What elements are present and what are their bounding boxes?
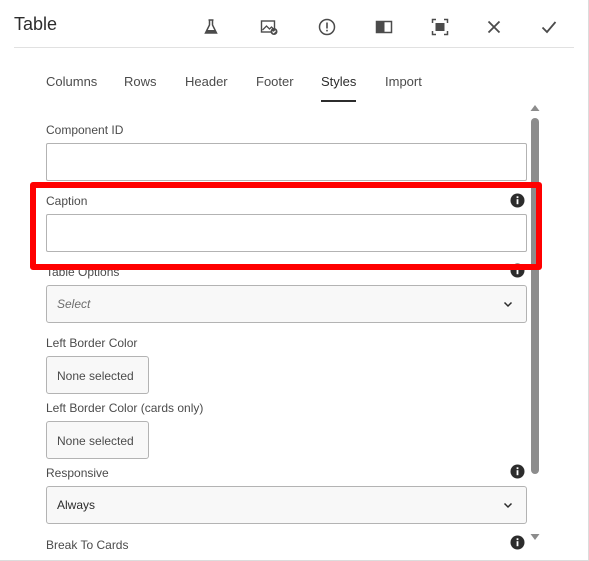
close-icon[interactable] bbox=[480, 13, 508, 41]
table-options-select[interactable]: Select bbox=[46, 285, 527, 323]
left-border-color-cards-value: None selected bbox=[57, 434, 134, 448]
responsive-select[interactable]: Always bbox=[46, 486, 527, 524]
fullscreen-icon[interactable] bbox=[426, 13, 454, 41]
component-id-label: Component ID bbox=[46, 123, 124, 137]
left-border-color-picker[interactable]: None selected bbox=[46, 356, 149, 394]
chevron-down-icon bbox=[503, 301, 513, 308]
chevron-down-icon bbox=[503, 502, 513, 509]
dialog-title: Table bbox=[14, 14, 58, 34]
flask-icon[interactable] bbox=[197, 13, 225, 41]
tab-footer[interactable]: Footer bbox=[256, 74, 294, 102]
panel-toggle-icon[interactable] bbox=[370, 13, 398, 41]
left-border-color-label: Left Border Color bbox=[46, 336, 138, 350]
tab-styles[interactable]: Styles bbox=[321, 74, 357, 102]
break-to-cards-info-icon[interactable] bbox=[510, 535, 525, 550]
tab-header[interactable]: Header bbox=[185, 74, 228, 102]
caption-input[interactable] bbox=[46, 214, 527, 252]
left-border-color-value: None selected bbox=[57, 369, 134, 383]
responsive-label: Responsive bbox=[46, 466, 109, 480]
component-id-input[interactable] bbox=[46, 143, 527, 181]
left-border-color-cards-label: Left Border Color (cards only) bbox=[46, 401, 204, 415]
tab-columns[interactable]: Columns bbox=[46, 74, 97, 102]
responsive-info-icon[interactable] bbox=[510, 464, 525, 479]
dialog-header: Table bbox=[0, 0, 589, 50]
header-divider bbox=[14, 47, 574, 48]
scroll-up-arrow-icon[interactable] bbox=[530, 104, 540, 112]
scrollbar-thumb[interactable] bbox=[531, 118, 539, 474]
responsive-value: Always bbox=[57, 498, 96, 512]
check-icon[interactable] bbox=[535, 13, 563, 41]
left-border-color-cards-picker[interactable]: None selected bbox=[46, 421, 149, 459]
table-options-value: Select bbox=[57, 297, 91, 311]
image-check-icon[interactable] bbox=[255, 13, 283, 41]
tab-import[interactable]: Import bbox=[385, 74, 422, 102]
alert-circle-icon[interactable] bbox=[313, 13, 341, 41]
styles-form: Component ID Caption Table Options Selec… bbox=[0, 110, 589, 550]
caption-info-icon[interactable] bbox=[510, 193, 525, 208]
break-to-cards-label: Break To Cards bbox=[46, 538, 129, 550]
table-options-info-icon[interactable] bbox=[510, 263, 525, 278]
table-dialog: Table Columns Rows Header Footer Styles … bbox=[0, 0, 589, 561]
caption-label: Caption bbox=[46, 194, 88, 208]
table-options-label: Table Options bbox=[46, 265, 120, 279]
scroll-down-arrow-icon[interactable] bbox=[530, 533, 540, 541]
tab-rows[interactable]: Rows bbox=[124, 74, 157, 102]
